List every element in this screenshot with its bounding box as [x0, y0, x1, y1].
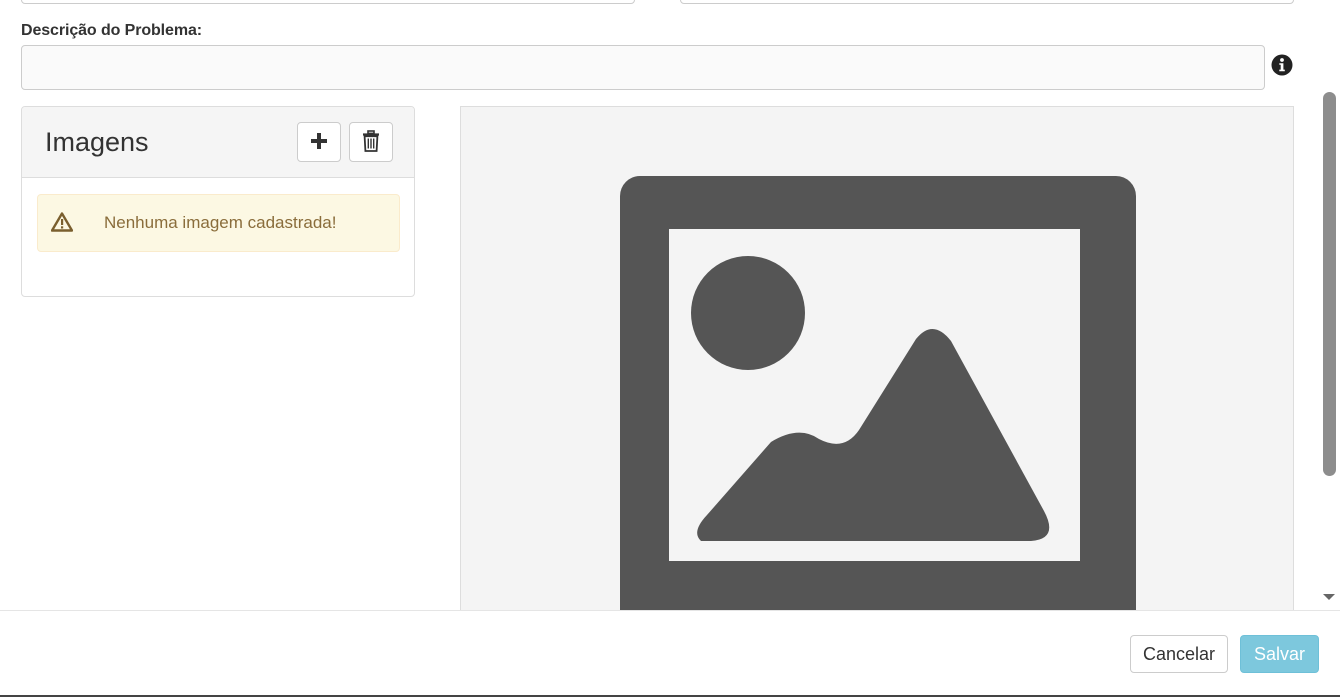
- scroll-down-arrow-icon[interactable]: [1321, 590, 1337, 604]
- scrollbar-thumb[interactable]: [1323, 92, 1336, 476]
- delete-image-button[interactable]: [349, 122, 393, 162]
- modal-footer: Cancelar Salvar: [0, 610, 1340, 697]
- plus-icon: [310, 132, 328, 153]
- top-right-field[interactable]: [680, 0, 1294, 4]
- image-placeholder-icon: [620, 176, 1136, 610]
- image-preview: [460, 106, 1294, 610]
- no-images-message: Nenhuma imagem cadastrada!: [104, 213, 337, 232]
- no-images-alert: Nenhuma imagem cadastrada!: [37, 194, 400, 252]
- warning-icon: [50, 212, 74, 232]
- trash-icon: [362, 129, 380, 155]
- save-button[interactable]: Salvar: [1240, 635, 1319, 673]
- modal-body: Descrição do Problema: Imagens Nenhuma i…: [0, 0, 1321, 610]
- description-label: Descrição do Problema:: [21, 22, 202, 39]
- cancel-button[interactable]: Cancelar: [1130, 635, 1228, 673]
- add-image-button[interactable]: [297, 122, 341, 162]
- images-panel-header: Imagens: [22, 107, 414, 178]
- description-input[interactable]: [21, 45, 1265, 90]
- images-panel-title: Imagens: [45, 127, 149, 157]
- top-left-field[interactable]: [21, 0, 635, 4]
- info-icon[interactable]: [1271, 54, 1293, 76]
- images-panel: Imagens Nenhuma imagem cadastrada!: [21, 106, 415, 297]
